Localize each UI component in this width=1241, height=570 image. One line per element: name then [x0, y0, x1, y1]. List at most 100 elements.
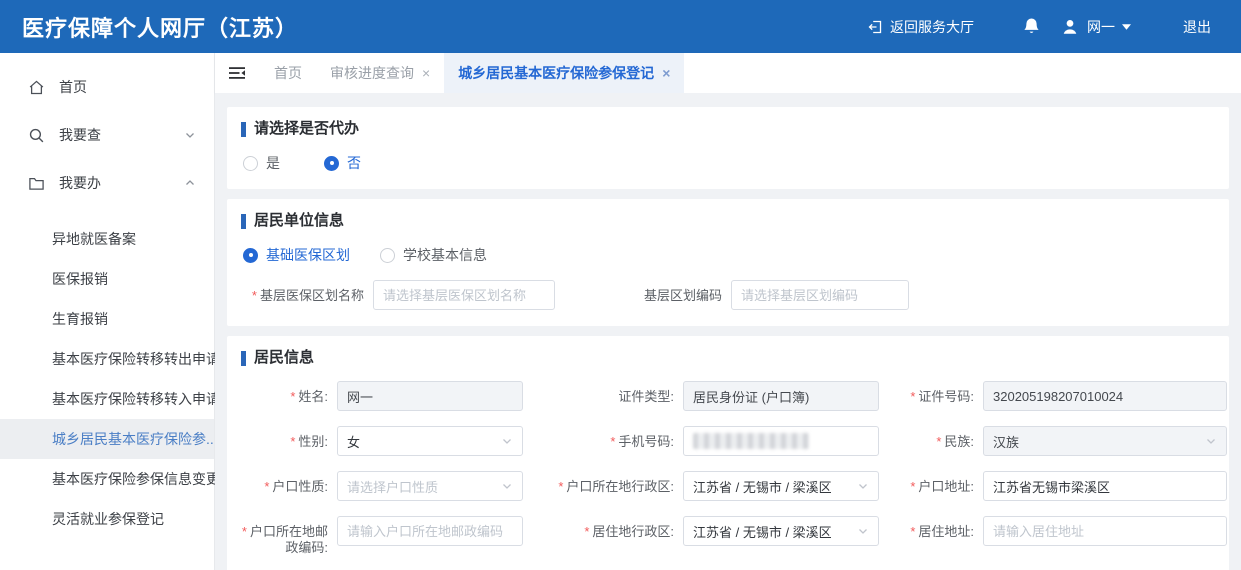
district-code-input[interactable]	[731, 280, 909, 310]
folder-icon	[27, 174, 45, 192]
name-input	[337, 381, 523, 411]
collapse-menu-icon[interactable]	[228, 65, 246, 81]
chevron-up-icon	[184, 177, 196, 189]
phone-input[interactable]	[683, 426, 879, 456]
logout-button[interactable]: 退出	[1183, 17, 1211, 37]
hukou-addr-label: *户口地址:	[879, 471, 983, 495]
live-region-select[interactable]: 江苏省 / 无锡市 / 梁溪区	[683, 516, 879, 546]
tab-audit-progress[interactable]: 审核进度查询 ×	[316, 53, 444, 93]
hukou-type-field: *户口性质: 请选择户口性质	[241, 471, 523, 501]
gender-value: 女	[347, 432, 495, 451]
resident-row-2: *性别: 女 *手机号码:	[241, 426, 1215, 456]
cert-no-input	[983, 381, 1227, 411]
main-area: 首页 审核进度查询 × 城乡居民基本医疗保险参保登记 × 请选择是否代办	[215, 53, 1241, 570]
ethnic-label: *民族:	[879, 426, 983, 450]
app-window: 医疗保障个人网厅（江苏） 返回服务大厅 网一	[0, 0, 1241, 570]
resident-row-3: *户口性质: 请选择户口性质 *户口所在地行政区: 江苏省 / 无锡市 / 梁溪…	[241, 471, 1215, 501]
sidebar-nav: 首页 我要查 我要办 异地就医备案	[0, 53, 215, 570]
chevron-down-icon	[184, 129, 196, 141]
username-label: 网一	[1087, 17, 1115, 37]
gender-select[interactable]: 女	[337, 426, 523, 456]
required-asterisk: *	[290, 434, 295, 449]
sidebar-subitem-remote-record[interactable]: 异地就医备案	[0, 219, 214, 259]
close-icon[interactable]: ×	[662, 66, 670, 80]
return-hall-button[interactable]: 返回服务大厅	[867, 17, 974, 37]
sidebar-subitem-info-change[interactable]: 基本医疗保险参保信息变更	[0, 459, 214, 499]
cert-type-label: 证件类型:	[523, 381, 683, 405]
name-label: *姓名:	[241, 381, 337, 405]
chevron-down-icon	[1205, 435, 1217, 447]
user-menu[interactable]: 网一	[1061, 17, 1131, 37]
hukou-region-value: 江苏省 / 无锡市 / 梁溪区	[693, 477, 851, 496]
radio-agency-yes[interactable]: 是	[243, 153, 280, 173]
resident-section: 居民信息 *姓名: 证件类型: *证件号码:	[227, 336, 1229, 570]
live-region-value: 江苏省 / 无锡市 / 梁溪区	[693, 522, 851, 541]
live-addr-input[interactable]	[983, 516, 1227, 546]
hukou-addr-input[interactable]	[983, 471, 1227, 501]
required-asterisk: *	[558, 479, 563, 494]
hukou-zip-label: *户口所在地邮政编码:	[241, 516, 337, 556]
hukou-type-label: *户口性质:	[241, 471, 337, 495]
body-wrap: 首页 我要查 我要办 异地就医备案	[0, 53, 1241, 570]
user-icon	[1061, 18, 1079, 36]
hukou-zip-field: *户口所在地邮政编码:	[241, 516, 523, 556]
chevron-down-icon	[857, 480, 869, 492]
tab-resident-register-label: 城乡居民基本医疗保险参保登记	[458, 63, 654, 83]
required-asterisk: *	[910, 479, 915, 494]
unit-title-text: 居民单位信息	[254, 213, 344, 229]
hukou-region-select[interactable]: 江苏省 / 无锡市 / 梁溪区	[683, 471, 879, 501]
required-asterisk: *	[264, 479, 269, 494]
radio-agency-no[interactable]: 否	[324, 153, 361, 173]
unit-section: 居民单位信息 基础医保区划 学校基本信息	[227, 199, 1229, 326]
agency-radio-group: 是 否	[243, 153, 1215, 173]
tab-home-label: 首页	[274, 63, 302, 83]
radio-school-info[interactable]: 学校基本信息	[380, 245, 487, 265]
required-asterisk: *	[290, 389, 295, 404]
resident-row-1: *姓名: 证件类型: *证件号码:	[241, 381, 1215, 411]
agency-section: 请选择是否代办 是 否	[227, 107, 1229, 189]
tab-resident-register[interactable]: 城乡居民基本医疗保险参保登记 ×	[444, 53, 684, 93]
ethnic-select: 汉族	[983, 426, 1227, 456]
hukou-type-placeholder: 请选择户口性质	[347, 477, 495, 496]
sidebar-subitem-maternity-reimburse[interactable]: 生育报销	[0, 299, 214, 339]
district-code-field: 基层区划编码	[589, 280, 909, 310]
resident-title-text: 居民信息	[254, 350, 314, 366]
tab-home[interactable]: 首页	[260, 53, 316, 93]
sidebar-item-handle[interactable]: 我要办	[0, 159, 214, 207]
cert-type-field: 证件类型:	[523, 381, 879, 411]
resident-row-4: *户口所在地邮政编码: *居住地行政区: 江苏省 / 无锡市 / 梁溪区 *居住…	[241, 516, 1215, 556]
sidebar-subitem-flexible-register[interactable]: 灵活就业参保登记	[0, 499, 214, 539]
sidebar-item-home-label: 首页	[59, 77, 87, 97]
agency-title-text: 请选择是否代办	[254, 121, 359, 137]
unit-section-title: 居民单位信息	[241, 213, 1215, 229]
close-icon[interactable]: ×	[422, 66, 430, 80]
live-region-field: *居住地行政区: 江苏省 / 无锡市 / 梁溪区	[523, 516, 879, 546]
sidebar-item-query[interactable]: 我要查	[0, 111, 214, 159]
radio-agency-no-label: 否	[347, 153, 361, 173]
hukou-type-select[interactable]: 请选择户口性质	[337, 471, 523, 501]
required-asterisk: *	[584, 524, 589, 539]
unit-fields-row: *基层医保区划名称 基层区划编码	[241, 280, 1215, 310]
district-name-field: *基层医保区划名称	[241, 280, 555, 310]
district-name-input[interactable]	[373, 280, 555, 310]
sidebar-subitem-transfer-out[interactable]: 基本医疗保险转移转出申请	[0, 339, 214, 379]
sidebar-item-home[interactable]: 首页	[0, 63, 214, 111]
section-marker	[241, 122, 246, 137]
radio-school-info-label: 学校基本信息	[403, 245, 487, 265]
required-asterisk: *	[242, 524, 247, 539]
sidebar-subitem-transfer-in[interactable]: 基本医疗保险转移转入申请	[0, 379, 214, 419]
radio-circle	[243, 156, 258, 171]
cert-no-field: *证件号码:	[879, 381, 1227, 411]
sidebar-subitem-resident-register[interactable]: 城乡居民基本医疗保险参...	[0, 419, 214, 459]
exit-door-icon	[867, 19, 883, 35]
section-marker	[241, 351, 246, 366]
notification-button[interactable]	[1022, 17, 1041, 36]
sidebar-subitem-medical-reimburse[interactable]: 医保报销	[0, 259, 214, 299]
page-title: 医疗保障个人网厅（江苏）	[22, 11, 298, 43]
radio-basic-district-label: 基础医保区划	[266, 245, 350, 265]
radio-basic-district[interactable]: 基础医保区划	[243, 245, 350, 265]
bell-icon	[1022, 17, 1041, 36]
resident-section-title: 居民信息	[241, 350, 1215, 366]
header-actions: 返回服务大厅 网一 退出	[867, 17, 1225, 37]
hukou-zip-input[interactable]	[337, 516, 523, 546]
